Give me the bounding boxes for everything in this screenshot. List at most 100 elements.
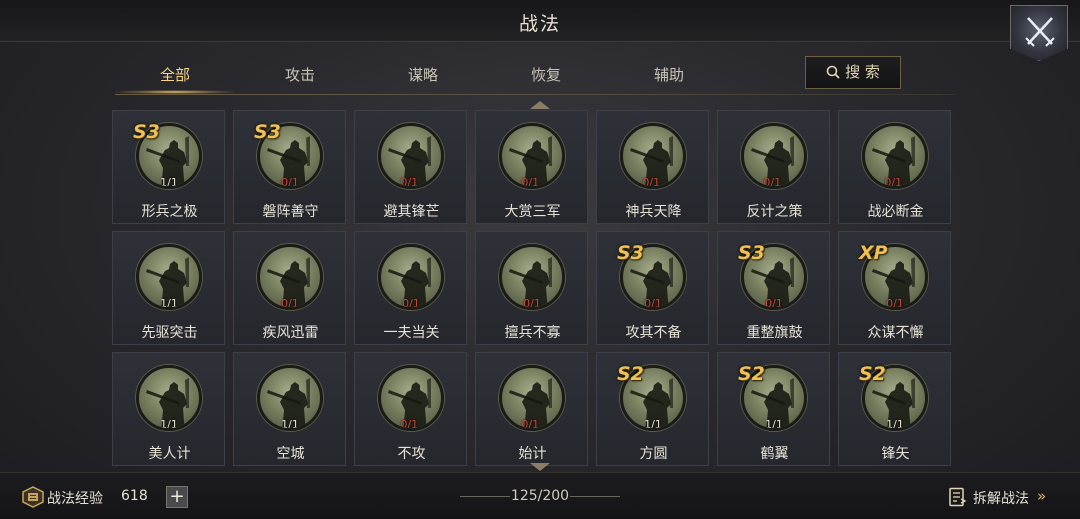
tab-attack[interactable]: 攻击 (240, 60, 360, 94)
tactic-card[interactable]: 0/1 S3 重整旗鼓 (717, 231, 830, 345)
season-badge: S2 (738, 363, 765, 385)
search-label: 搜 索 (845, 63, 880, 81)
tactic-name: 众谋不懈 (867, 325, 924, 341)
tactic-card[interactable]: 1/1 S3 形兵之极 (112, 110, 225, 224)
tactic-count: 1/1 (765, 418, 783, 431)
tab-strategy[interactable]: 谋略 (363, 60, 483, 94)
tactic-card[interactable]: 0/1 一夫当关 (354, 231, 467, 345)
category-tabs: 全部 攻击 谋略 恢复 辅助 (115, 60, 715, 94)
tactic-name: 一夫当关 (383, 325, 440, 341)
tactic-count: 0/1. (642, 176, 664, 189)
exp-value: 618 (121, 488, 148, 504)
tactic-portrait: 0/1. (499, 365, 565, 431)
decompose-label: 拆解战法 (973, 491, 1029, 507)
tactic-name: 大赏三军 (504, 204, 561, 220)
tactic-card[interactable]: 0/1 疾风迅雷 (233, 231, 346, 345)
tactic-portrait: 0/1. (499, 123, 565, 189)
tactic-count: 0/1 (523, 297, 541, 310)
tactic-count: 0/1. (763, 176, 785, 189)
tactic-count: 1/1 (644, 418, 662, 431)
document-list-icon (949, 487, 967, 507)
close-button[interactable] (1010, 5, 1068, 61)
tactic-count: 0/1 (281, 297, 299, 310)
scroll-up-icon (530, 101, 550, 109)
tactic-count: 0/1. (521, 418, 543, 431)
tab-label: 攻击 (284, 66, 315, 84)
tactic-name: 形兵之极 (141, 204, 198, 220)
double-chevron-right-icon: » (1037, 487, 1047, 505)
season-badge: XP (859, 242, 888, 264)
tactic-card[interactable]: 1/1 空城 (233, 352, 346, 466)
tactic-name: 擅兵不寡 (504, 325, 561, 341)
tactic-count: 0/1. (400, 176, 422, 189)
tactic-portrait: 0/1 (257, 244, 323, 310)
tab-recovery[interactable]: 恢复 (486, 60, 606, 94)
tactic-card[interactable]: 0/1. 反计之策 (717, 110, 830, 224)
tactic-portrait: 0/1. (862, 123, 928, 189)
tactic-name: 鹤翼 (760, 446, 789, 462)
season-badge: S2 (617, 363, 644, 385)
tactic-count: 1/1 (160, 297, 178, 310)
tabs-divider (115, 94, 955, 95)
tactic-name: 避其锋芒 (383, 204, 440, 220)
tactic-card[interactable]: 0/1. 避其锋芒 (354, 110, 467, 224)
tactic-card[interactable]: 0/1. 战必断金 (838, 110, 951, 224)
tactic-name: 重整旗鼓 (746, 325, 803, 341)
tab-label: 辅助 (653, 66, 684, 84)
tactic-portrait: 0/1. (620, 123, 686, 189)
season-badge: S3 (133, 121, 160, 143)
tab-label: 谋略 (407, 66, 438, 84)
search-button[interactable]: 搜 索 (805, 56, 901, 89)
tactic-card[interactable]: 0/1 S3 攻其不备 (596, 231, 709, 345)
tactic-count: 0/1. (521, 176, 543, 189)
tactic-count: 0/1 (281, 176, 299, 189)
tactic-count: 0/1. (400, 418, 422, 431)
tactic-portrait: 0/1 (378, 244, 444, 310)
tactic-name: 空城 (276, 446, 305, 462)
tactic-exp-icon (22, 486, 44, 508)
tactic-name: 美人计 (148, 446, 191, 462)
title-bar: 战法 (0, 0, 1080, 42)
tactic-portrait: 0/1. (378, 123, 444, 189)
tactic-name: 不攻 (397, 446, 426, 462)
tab-label: 恢复 (530, 66, 561, 84)
tactic-card[interactable]: 0/1. 不攻 (354, 352, 467, 466)
tactic-card[interactable]: 0/1 XP 众谋不懈 (838, 231, 951, 345)
tactic-portrait: 0/1 (499, 244, 565, 310)
season-badge: S2 (859, 363, 886, 385)
tactic-count: 1/1 (281, 418, 299, 431)
tactic-card[interactable]: 0/1 S3 磐阵善守 (233, 110, 346, 224)
tactic-portrait: 0/1. (378, 365, 444, 431)
tactic-name: 攻其不备 (625, 325, 682, 341)
tactic-card[interactable]: 1/1 美人计 (112, 352, 225, 466)
tab-all[interactable]: 全部 (115, 60, 235, 94)
tactic-name: 神兵天降 (625, 204, 682, 220)
tactic-name: 始计 (518, 446, 547, 462)
tactic-card[interactable]: 1/1 S2 方圆 (596, 352, 709, 466)
season-badge: S3 (617, 242, 644, 264)
tactic-card[interactable]: 1/1 先驱突击 (112, 231, 225, 345)
tactic-card[interactable]: 1/1 S2 鹤翼 (717, 352, 830, 466)
tactic-count: 1/1 (160, 176, 178, 189)
capacity-line-left (460, 496, 510, 497)
season-badge: S3 (254, 121, 281, 143)
add-exp-button[interactable]: + (166, 486, 188, 508)
tactic-count: 0/1 (886, 297, 904, 310)
search-icon (826, 65, 840, 79)
tactic-name: 先驱突击 (141, 325, 198, 341)
exp-label: 战法经验 (47, 491, 103, 507)
tactic-count: 0/1. (884, 176, 906, 189)
tactic-card[interactable]: 0/1 擅兵不寡 (475, 231, 588, 345)
tactic-count: 0/1 (765, 297, 783, 310)
tactic-portrait: 0/1. (741, 123, 807, 189)
tactic-card[interactable]: 1/1 S2 锋矢 (838, 352, 951, 466)
tactic-card[interactable]: 0/1. 神兵天降 (596, 110, 709, 224)
tactic-card[interactable]: 0/1. 大赏三军 (475, 110, 588, 224)
capacity-line-right (570, 496, 620, 497)
tactic-name: 方圆 (639, 446, 668, 462)
tab-support[interactable]: 辅助 (609, 60, 729, 94)
tab-label: 全部 (159, 66, 190, 84)
scroll-down-icon (530, 463, 550, 471)
capacity-count: 125/200 (510, 488, 570, 504)
tactic-card[interactable]: 0/1. 始计 (475, 352, 588, 466)
